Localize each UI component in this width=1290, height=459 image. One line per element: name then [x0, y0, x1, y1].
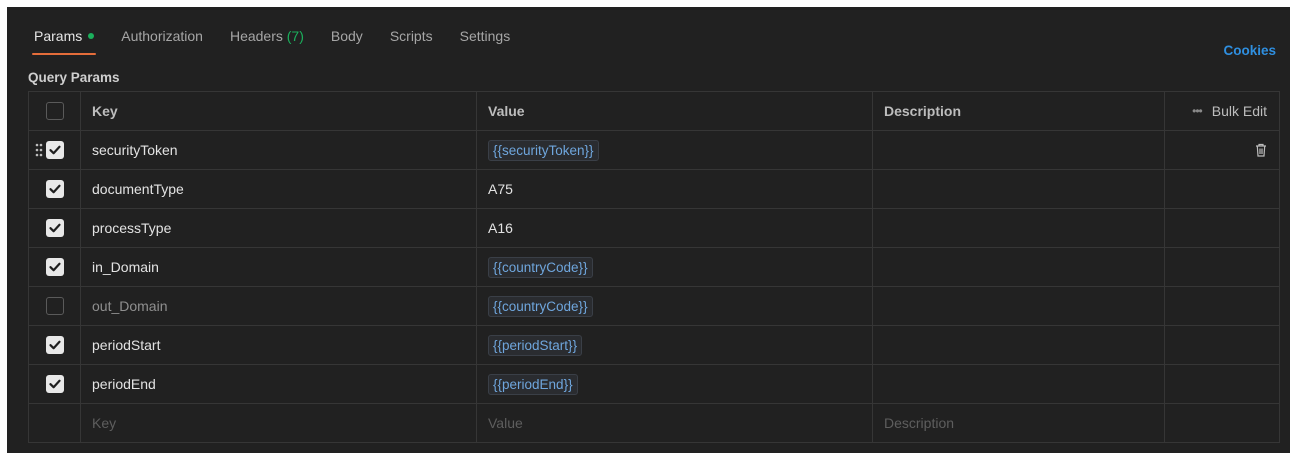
table-row: out_Domain {{countryCode}} [29, 287, 1279, 326]
headers-count: (7) [286, 28, 304, 44]
row-checkbox-cell [29, 248, 81, 286]
column-header-description: Description [873, 92, 1165, 130]
variable-token: {{countryCode}} [488, 256, 593, 278]
param-value[interactable]: {{periodStart}} [477, 326, 873, 364]
tab-authorization-label: Authorization [121, 28, 203, 44]
column-header-key: Key [81, 92, 477, 130]
new-value-input[interactable]: Value [477, 404, 873, 442]
variable-token: {{countryCode}} [488, 295, 593, 317]
table-row: documentType A75 [29, 170, 1279, 209]
tab-headers-label: Headers [229, 28, 283, 44]
row-checkbox-cell [29, 365, 81, 403]
row-actions-cell [1165, 365, 1279, 403]
drag-handle-icon[interactable] [35, 143, 43, 157]
table-row: periodStart {{periodStart}} [29, 326, 1279, 365]
tab-headers[interactable]: Headers (7) [230, 26, 304, 56]
param-value[interactable]: {{countryCode}} [477, 287, 873, 325]
new-param-row: Key Value Description [29, 404, 1279, 443]
table-row: processType A16 [29, 209, 1279, 248]
tab-settings[interactable]: Settings [460, 26, 511, 56]
params-panel: Params Authorization Headers (7) Body Sc… [7, 7, 1290, 453]
tab-body[interactable]: Body [331, 26, 363, 56]
param-value[interactable]: A75 [477, 170, 873, 208]
new-key-input[interactable]: Key [81, 404, 477, 442]
table-row: in_Domain {{countryCode}} [29, 248, 1279, 287]
row-checkbox-cell [29, 326, 81, 364]
params-active-indicator [88, 33, 95, 39]
new-description-input[interactable]: Description [873, 404, 1165, 442]
row-actions-cell [1165, 287, 1279, 325]
param-description[interactable] [873, 248, 1165, 286]
variable-token: {{periodStart}} [488, 334, 583, 356]
param-value[interactable]: {{securityToken}} [477, 131, 873, 169]
tab-scripts[interactable]: Scripts [390, 26, 433, 56]
row-checkbox-cell [29, 170, 81, 208]
section-title: Query Params [28, 70, 120, 85]
row-checkbox-cell [29, 404, 81, 442]
select-all-checkbox[interactable] [45, 102, 64, 120]
param-description[interactable] [873, 170, 1165, 208]
trash-icon[interactable] [1255, 143, 1267, 157]
checkmark-icon [48, 184, 61, 194]
row-checkbox[interactable] [45, 258, 64, 276]
row-checkbox[interactable] [45, 180, 64, 198]
tab-scripts-label: Scripts [389, 28, 433, 44]
row-checkbox-cell [29, 131, 81, 169]
param-value[interactable]: A16 [477, 209, 873, 247]
param-description[interactable] [873, 326, 1165, 364]
tab-authorization[interactable]: Authorization [121, 26, 203, 56]
table-header-row: Key Value Description ••• Bulk Edit [29, 92, 1279, 131]
param-description[interactable] [873, 287, 1165, 325]
row-actions-cell [1165, 404, 1279, 442]
checkmark-icon [48, 379, 61, 389]
row-checkbox-cell [29, 209, 81, 247]
checkmark-icon [48, 262, 61, 272]
row-checkbox-cell [29, 287, 81, 325]
variable-token: {{periodEnd}} [488, 373, 578, 395]
param-description[interactable] [873, 131, 1165, 169]
variable-token: {{securityToken}} [488, 139, 599, 161]
param-key[interactable]: processType [81, 209, 477, 247]
row-actions-cell [1165, 209, 1279, 247]
select-all-cell [29, 92, 81, 130]
param-value[interactable]: {{periodEnd}} [477, 365, 873, 403]
row-checkbox[interactable] [45, 375, 64, 393]
column-header-value: Value [477, 92, 873, 130]
checkmark-icon [48, 340, 61, 350]
row-checkbox[interactable] [45, 219, 64, 237]
tab-params[interactable]: Params [31, 26, 97, 56]
row-checkbox[interactable] [45, 297, 64, 315]
table-row: securityToken {{securityToken}} [29, 131, 1279, 170]
tab-settings-label: Settings [459, 28, 511, 44]
tab-body-label: Body [330, 28, 363, 44]
param-key[interactable]: securityToken [81, 131, 477, 169]
param-value[interactable]: {{countryCode}} [477, 248, 873, 286]
param-key[interactable]: periodStart [81, 326, 477, 364]
param-key[interactable]: in_Domain [81, 248, 477, 286]
table-row: periodEnd {{periodEnd}} [29, 365, 1279, 404]
checkmark-icon [48, 223, 61, 233]
bulk-edit-label: Bulk Edit [1211, 103, 1267, 119]
row-actions-cell [1165, 170, 1279, 208]
row-actions-cell [1165, 326, 1279, 364]
query-params-table: Key Value Description ••• Bulk Edit secu… [28, 91, 1280, 443]
checkmark-icon [48, 145, 61, 155]
more-icon: ••• [1192, 104, 1203, 118]
row-checkbox[interactable] [45, 336, 64, 354]
bulk-edit-button[interactable]: ••• Bulk Edit [1165, 92, 1279, 130]
cookies-link[interactable]: Cookies [1223, 43, 1276, 58]
row-actions-cell [1165, 248, 1279, 286]
param-key[interactable]: periodEnd [81, 365, 477, 403]
row-checkbox[interactable] [45, 141, 64, 159]
param-description[interactable] [873, 209, 1165, 247]
row-actions-cell [1165, 131, 1279, 169]
param-key[interactable]: documentType [81, 170, 477, 208]
request-tabs: Params Authorization Headers (7) Body Sc… [31, 26, 537, 56]
tab-params-label: Params [34, 28, 83, 44]
param-description[interactable] [873, 365, 1165, 403]
param-key[interactable]: out_Domain [81, 287, 477, 325]
